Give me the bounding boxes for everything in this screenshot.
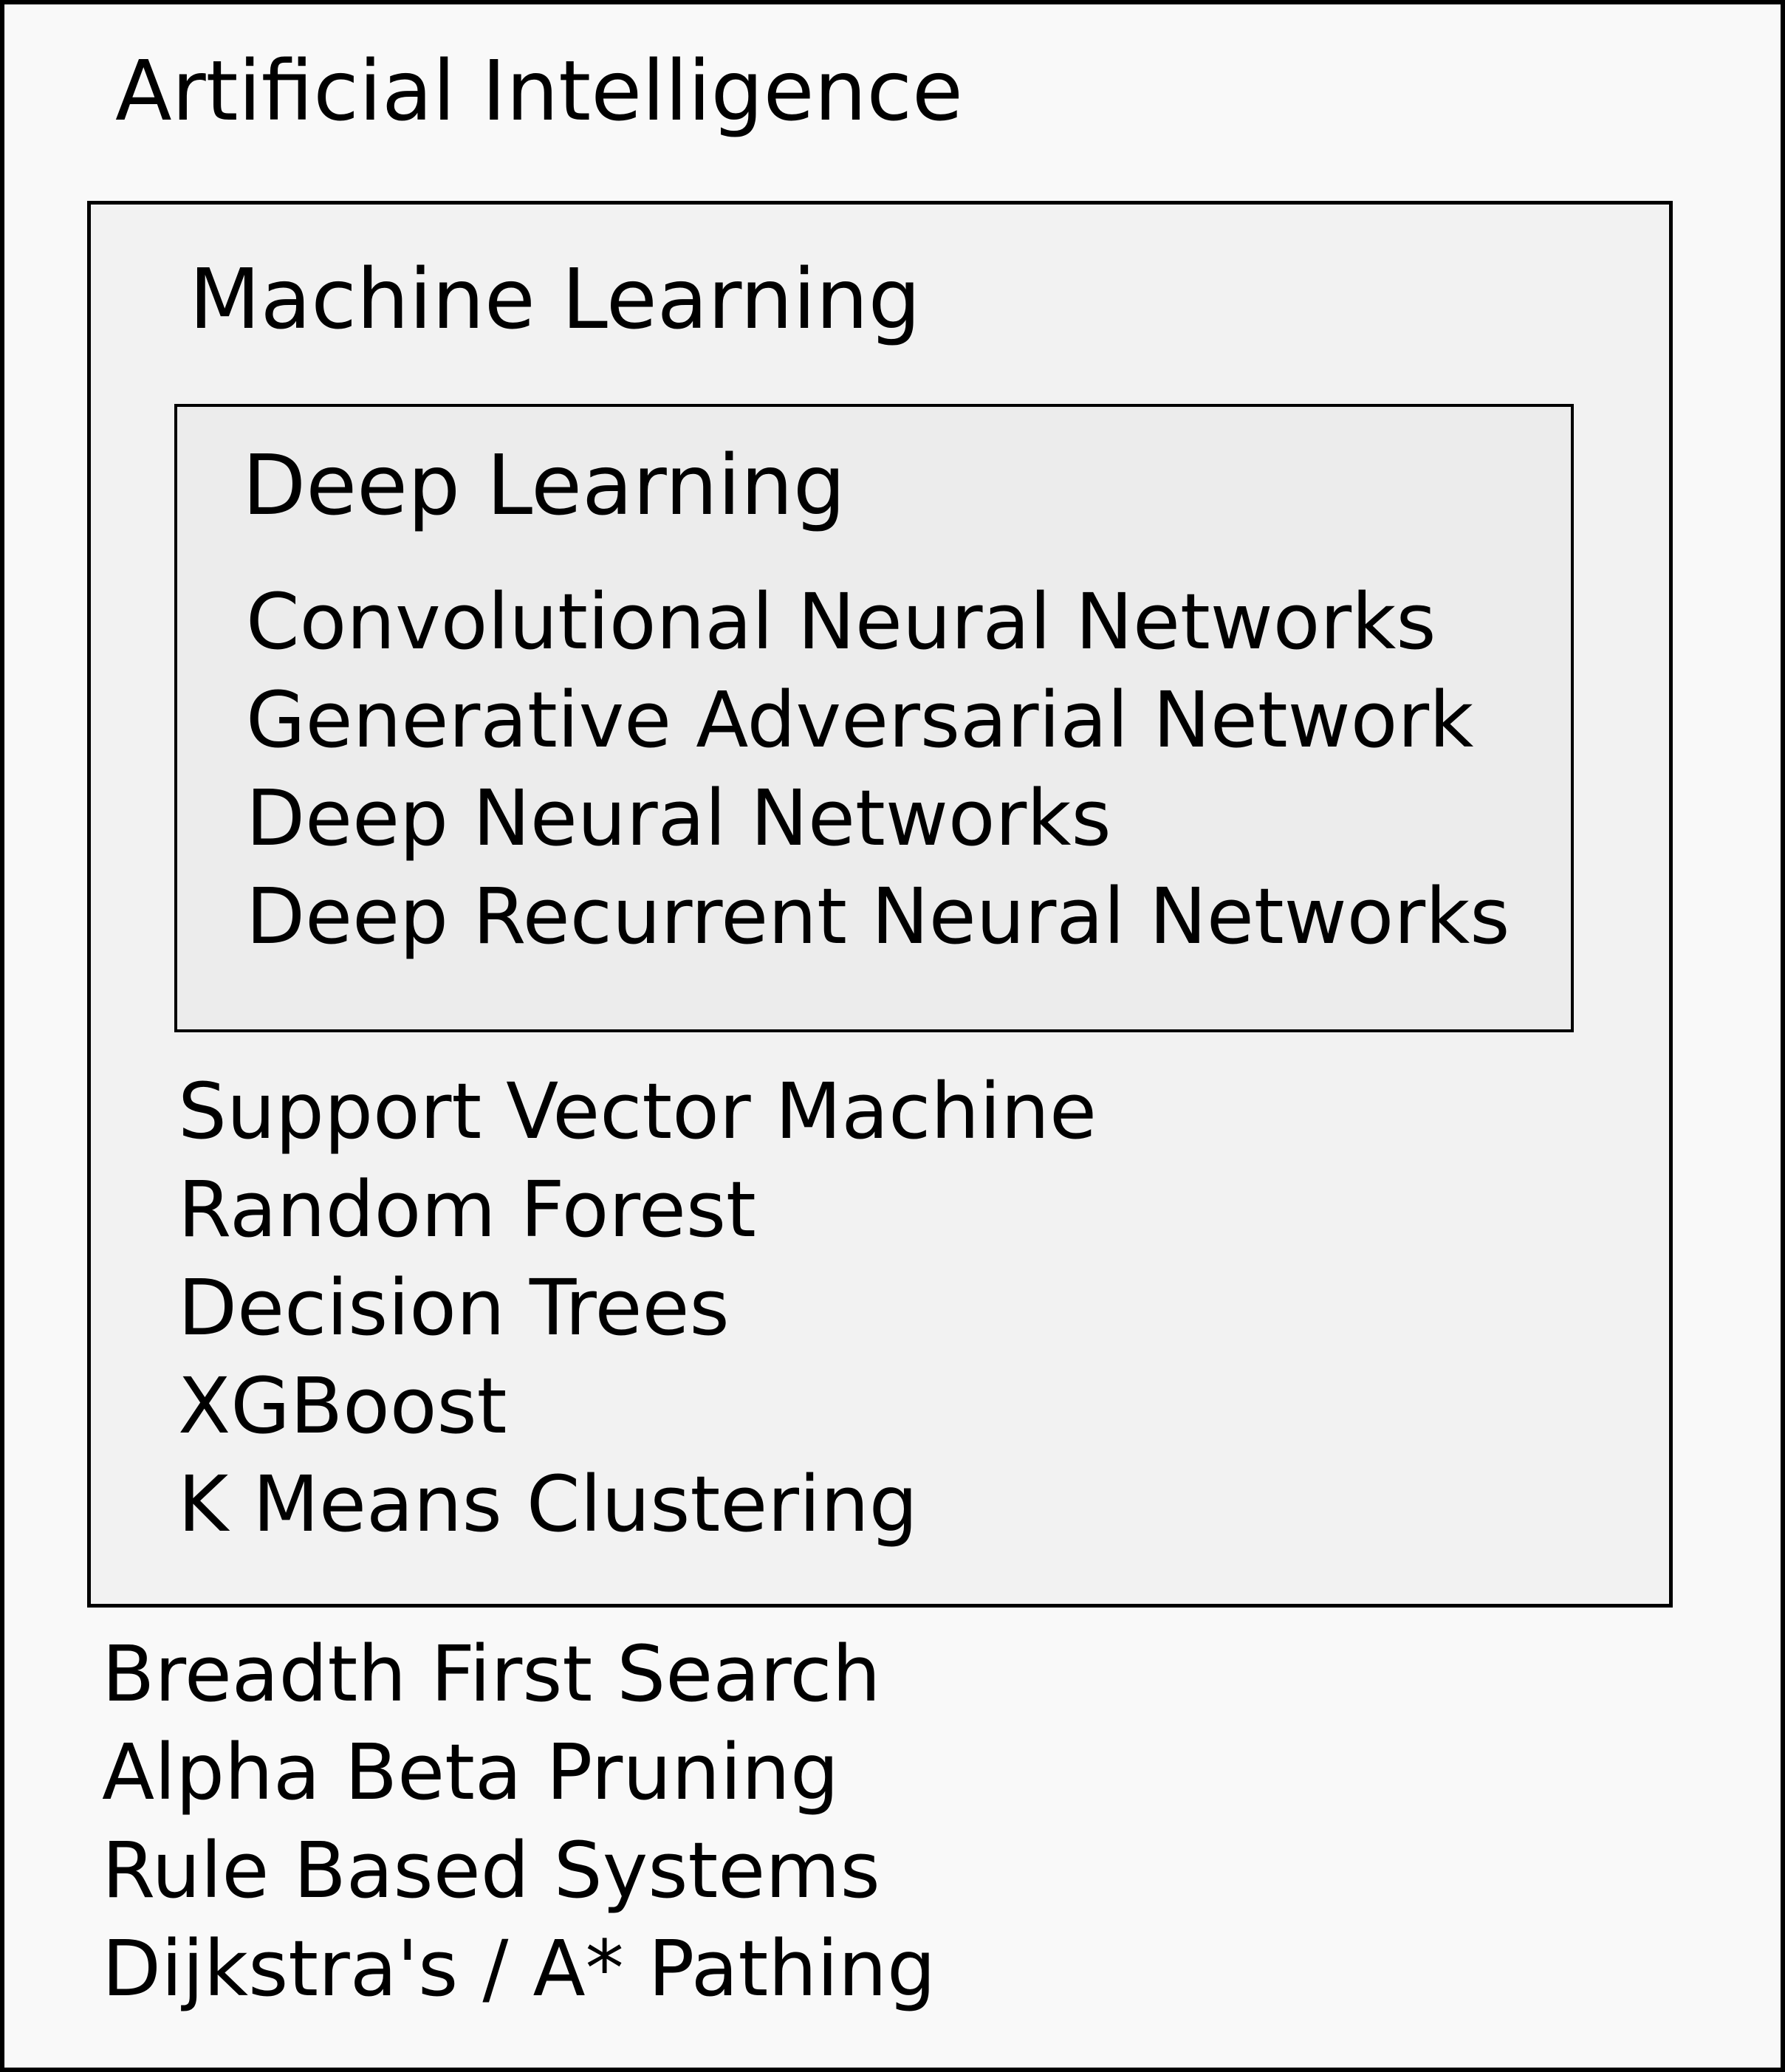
ai-item-alpha-beta-pruning: Alpha Beta Pruning bbox=[102, 1727, 839, 1817]
machine-learning-item-random-forest: Random Forest bbox=[178, 1164, 756, 1255]
deep-learning-item-drnn: Deep Recurrent Neural Networks bbox=[246, 871, 1510, 961]
deep-learning-item-gan: Generative Adversarial Network bbox=[246, 675, 1474, 765]
ai-item-rule-based-systems: Rule Based Systems bbox=[102, 1825, 880, 1915]
artificial-intelligence-list: Breadth First Search Alpha Beta Pruning … bbox=[102, 1625, 936, 2018]
machine-learning-item-decision-trees: Decision Trees bbox=[178, 1263, 730, 1353]
deep-learning-list: Convolutional Neural Networks Generative… bbox=[246, 573, 1510, 966]
machine-learning-item-xgboost: XGBoost bbox=[178, 1361, 507, 1451]
deep-learning-item-cnn: Convolutional Neural Networks bbox=[246, 577, 1436, 667]
ai-item-dijkstra-a-star: Dijkstra's / A* Pathing bbox=[102, 1924, 936, 2014]
machine-learning-list: Support Vector Machine Random Forest Dec… bbox=[178, 1063, 1097, 1554]
deep-learning-title: Deep Learning bbox=[242, 438, 846, 534]
machine-learning-item-k-means: K Means Clustering bbox=[178, 1459, 918, 1549]
ai-item-breadth-first-search: Breadth First Search bbox=[102, 1629, 881, 1719]
artificial-intelligence-title: Artificial Intelligence bbox=[115, 44, 963, 140]
deep-learning-item-dnn: Deep Neural Networks bbox=[246, 773, 1111, 863]
machine-learning-title: Machine Learning bbox=[189, 252, 921, 348]
machine-learning-item-svm: Support Vector Machine bbox=[178, 1066, 1097, 1156]
